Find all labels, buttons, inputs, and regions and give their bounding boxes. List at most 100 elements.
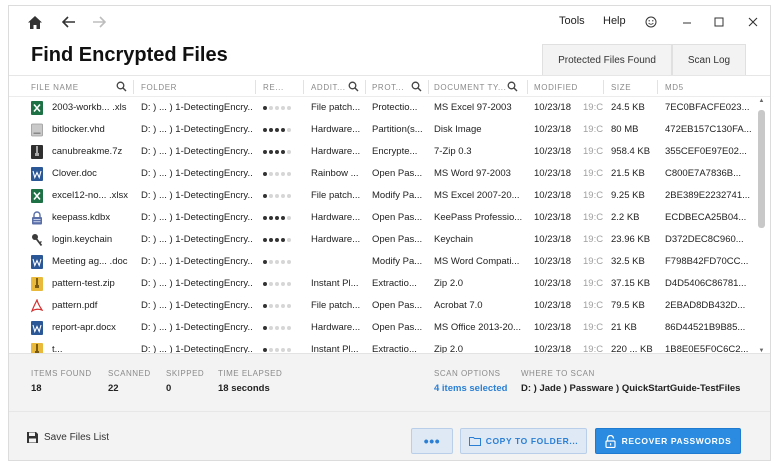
- table-row[interactable]: keepass.kdbx D: ) ... ) 1-DetectingEncry.…: [9, 207, 759, 229]
- difficulty-dot: [269, 194, 273, 198]
- recover-passwords-button[interactable]: RECOVER PASSWORDS: [595, 428, 741, 454]
- size-cell: 23.96 KB: [611, 234, 651, 245]
- time-cell: 19:C: [583, 146, 603, 157]
- file-name-cell: Clover.doc: [52, 168, 97, 179]
- table-row[interactable]: login.keychain D: ) ... ) 1-DetectingEncr…: [9, 229, 759, 251]
- table-row[interactable]: excel12-no... .xlsx D: ) ... ) 1-Detectin…: [9, 185, 759, 207]
- column-divider[interactable]: [303, 80, 304, 94]
- column-modified[interactable]: MODIFIED: [534, 76, 604, 98]
- maximize-button[interactable]: [709, 12, 729, 32]
- close-icon: [748, 17, 758, 27]
- forward-button[interactable]: [89, 12, 109, 32]
- folder-cell: D: ) ... ) 1-DetectingEncry...: [141, 322, 253, 333]
- column-divider[interactable]: [527, 80, 528, 94]
- difficulty-dot: [281, 326, 285, 330]
- table-row[interactable]: Clover.doc D: ) ... ) 1-DetectingEncry...…: [9, 163, 759, 185]
- additional-cell: [311, 251, 365, 273]
- recovery-difficulty-indicator: [263, 172, 291, 176]
- tab-protected-files-found[interactable]: Protected Files Found: [542, 44, 672, 76]
- word-icon: [31, 167, 43, 181]
- close-button[interactable]: [743, 12, 763, 32]
- size-cell: 2.2 KB: [611, 212, 640, 223]
- difficulty-dot: [263, 304, 267, 308]
- column-label: PROT...: [372, 82, 405, 92]
- table-row[interactable]: pattern.pdf D: ) ... ) 1-DetectingEncry..…: [9, 295, 759, 317]
- table-row[interactable]: report-apr.docx D: ) ... ) 1-DetectingEnc…: [9, 317, 759, 339]
- scan-options-link[interactable]: 4 items selected: [434, 383, 507, 394]
- excel-icon: [31, 101, 43, 115]
- file-name-cell: Meeting ag... .doc: [52, 256, 128, 267]
- unlock-icon: [605, 434, 616, 448]
- folder-cell: D: ) ... ) 1-DetectingEncry...: [141, 300, 253, 311]
- menu-tools[interactable]: Tools: [559, 15, 585, 27]
- lock-file-icon: [31, 211, 43, 225]
- search-icon[interactable]: [116, 81, 127, 92]
- search-icon[interactable]: [348, 81, 359, 92]
- scan-options-label: SCAN OPTIONS: [434, 369, 501, 378]
- column-divider[interactable]: [365, 80, 366, 94]
- difficulty-dot: [275, 106, 279, 110]
- back-button[interactable]: [59, 12, 79, 32]
- size-cell: 9.25 KB: [611, 190, 645, 201]
- column-size[interactable]: SIZE: [611, 76, 657, 98]
- vertical-scrollbar[interactable]: ▲ ▼: [757, 98, 766, 354]
- difficulty-dot: [281, 304, 285, 308]
- column-document-type[interactable]: DOCUMENT TY...: [434, 76, 522, 98]
- difficulty-dot: [281, 348, 285, 352]
- date-cell: 10/23/18: [534, 300, 571, 311]
- difficulty-dot: [263, 348, 267, 352]
- column-recovery[interactable]: RE...: [263, 76, 301, 98]
- search-icon[interactable]: [507, 81, 518, 92]
- time-cell: 19:C: [583, 278, 603, 289]
- difficulty-dot: [263, 238, 267, 242]
- menu-help[interactable]: Help: [603, 15, 626, 27]
- date-cell: 10/23/18: [534, 190, 571, 201]
- home-button[interactable]: [25, 12, 45, 32]
- difficulty-dot: [275, 260, 279, 264]
- additional-cell: File patch...: [311, 190, 361, 201]
- difficulty-dot: [287, 304, 291, 308]
- column-divider[interactable]: [657, 80, 658, 94]
- folder-cell: D: ) ... ) 1-DetectingEncry...: [141, 168, 253, 179]
- table-row[interactable]: canubreakme.7z D: ) ... ) 1-DetectingEncr…: [9, 141, 759, 163]
- table-row[interactable]: bitlocker.vhd D: ) ... ) 1-DetectingEncry…: [9, 119, 759, 141]
- column-divider[interactable]: [603, 80, 604, 94]
- maximize-icon: [714, 17, 724, 27]
- scroll-thumb[interactable]: [758, 110, 765, 228]
- column-protection[interactable]: PROT...: [372, 76, 426, 98]
- arrow-left-icon: [62, 16, 75, 28]
- md5-cell: 86D44521B9B85...: [665, 322, 746, 333]
- tab-scan-log[interactable]: Scan Log: [672, 44, 746, 76]
- minimize-button[interactable]: [677, 12, 697, 32]
- table-row[interactable]: Meeting ag... .doc D: ) ... ) 1-Detecting…: [9, 251, 759, 273]
- scroll-up-icon[interactable]: ▲: [757, 98, 766, 104]
- difficulty-dot: [269, 282, 273, 286]
- more-options-button[interactable]: •••: [411, 428, 453, 454]
- table-row[interactable]: t... D: ) ... ) 1-DetectingEncry... Instan…: [9, 339, 759, 353]
- table-row[interactable]: 2003-workb... .xls D: ) ... ) 1-Detecting…: [9, 97, 759, 119]
- doctype-cell: MS Office 2013-20...: [434, 322, 521, 333]
- column-additional[interactable]: ADDIT...: [311, 76, 363, 98]
- recovery-difficulty-indicator: [263, 216, 291, 220]
- column-divider[interactable]: [428, 80, 429, 94]
- copy-to-folder-button[interactable]: COPY TO FOLDER...: [460, 428, 587, 454]
- search-icon[interactable]: [411, 81, 422, 92]
- scan-summary: ITEMS FOUND 18 SCANNED 22 SKIPPED 0 TIME…: [9, 353, 770, 411]
- time-cell: 19:C: [583, 322, 603, 333]
- column-folder[interactable]: FOLDER: [141, 76, 253, 98]
- file-name-cell: pattern.pdf: [52, 300, 98, 311]
- table-row[interactable]: pattern-test.zip D: ) ... ) 1-DetectingEn…: [9, 273, 759, 295]
- word-icon: [31, 255, 43, 269]
- column-divider[interactable]: [133, 80, 134, 94]
- save-files-list-button[interactable]: Save Files List: [26, 431, 109, 444]
- recover-passwords-label: RECOVER PASSWORDS: [621, 436, 732, 446]
- feedback-button[interactable]: [641, 12, 661, 32]
- doctype-cell: MS Excel 2007-20...: [434, 190, 520, 201]
- difficulty-dot: [269, 238, 273, 242]
- column-file-name[interactable]: FILE NAME: [31, 76, 131, 98]
- column-divider[interactable]: [255, 80, 256, 94]
- column-md5[interactable]: MD5: [665, 76, 755, 98]
- date-cell: 10/23/18: [534, 344, 571, 353]
- doctype-cell: MS Excel 97-2003: [434, 102, 512, 113]
- difficulty-dot: [269, 304, 273, 308]
